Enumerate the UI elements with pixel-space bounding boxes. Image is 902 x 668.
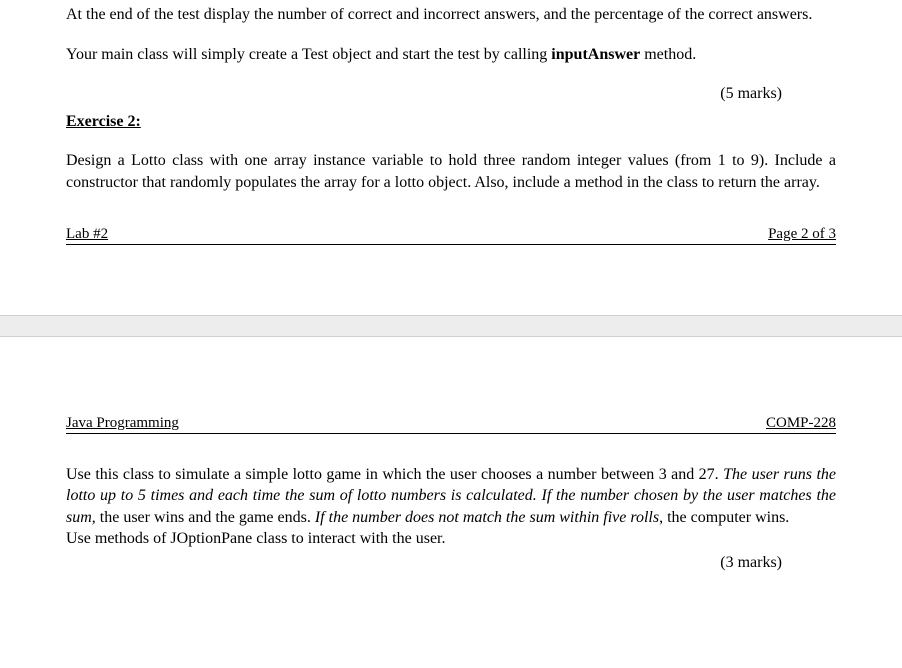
footer-page-number: Page 2 of 3 <box>768 226 836 243</box>
marks-5: (5 marks) <box>66 83 836 105</box>
page-bottom-margin <box>0 245 902 315</box>
paragraph-main-class: Your main class will simply create a Tes… <box>66 44 836 66</box>
text-inputanswer: inputAnswer <box>551 46 640 63</box>
text-lotto-italic2: If the number does not match the sum wit… <box>315 509 659 526</box>
joptionpane-line: Use methods of JOptionPane class to inte… <box>66 528 836 550</box>
page-top-margin <box>0 337 902 415</box>
page-2-content: At the end of the test display the numbe… <box>0 0 902 245</box>
header-course-name: Java Programming <box>66 415 179 432</box>
text-lotto-c: , the computer wins. <box>659 509 789 526</box>
page-3-content: Java Programming COMP-228 Use this class… <box>0 415 902 574</box>
footer-lab-number: Lab #2 <box>66 226 108 243</box>
page-footer: Lab #2 Page 2 of 3 <box>66 226 836 245</box>
exercise-2-description: Design a Lotto class with one array inst… <box>66 150 836 193</box>
lotto-game-paragraph: Use this class to simulate a simple lott… <box>66 464 836 529</box>
paragraph-end-of-test: At the end of the test display the numbe… <box>66 4 836 26</box>
page-header: Java Programming COMP-228 <box>66 415 836 434</box>
page-separator <box>0 315 902 337</box>
marks-3: (3 marks) <box>66 552 836 574</box>
text-lotto-b: , the user wins and the game ends. <box>92 509 315 526</box>
exercise-2-heading: Exercise 2: <box>66 111 836 133</box>
text-lotto-a: Use this class to simulate a simple lott… <box>66 466 723 483</box>
text-main-a: Your main class will simply create a Tes… <box>66 46 551 63</box>
text-main-b: method. <box>640 46 696 63</box>
header-course-code: COMP-228 <box>766 415 836 432</box>
